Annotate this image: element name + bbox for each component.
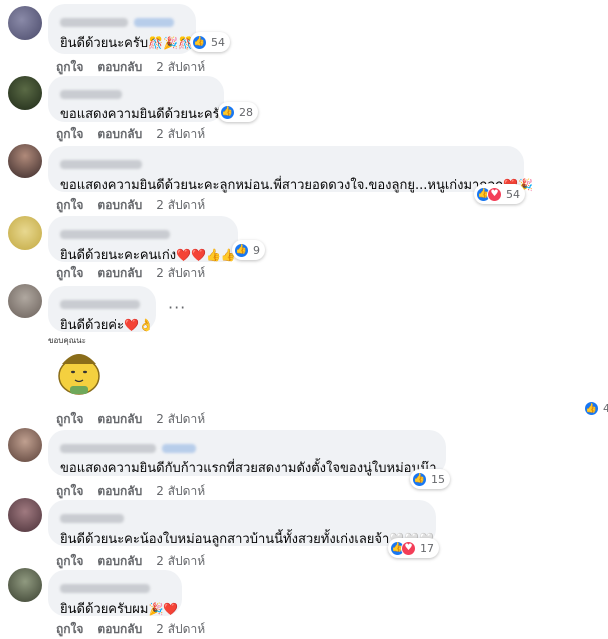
like-button[interactable]: ถูกใจ	[56, 410, 83, 429]
comment-bubble: ยินดีด้วยค่ะ❤️👌	[48, 286, 156, 333]
comment-actions: ถูกใจ ตอบกลับ 2 สัปดาห์	[56, 196, 205, 215]
timestamp[interactable]: 2 สัปดาห์	[156, 125, 205, 144]
reaction-summary[interactable]: 👍 9	[232, 240, 265, 260]
like-icon: 👍	[234, 242, 249, 258]
comment-author[interactable]	[60, 18, 128, 27]
reaction-count: 9	[253, 243, 260, 257]
comment-author[interactable]	[60, 230, 170, 239]
like-button[interactable]: ถูกใจ	[56, 552, 83, 571]
comment-actions: ถูกใจ ตอบกลับ 2 สัปดาห์	[56, 620, 205, 639]
comment-bubble: ยินดีด้วยนะคะน้องใบหม่อนลูกสาวบ้านนี้ทั้…	[48, 500, 436, 549]
comment-actions: ถูกใจ ตอบกลับ 2 สัปดาห์	[56, 482, 205, 501]
avatar[interactable]	[8, 6, 42, 40]
sticker-reaction-summary[interactable]: 👍 4	[584, 401, 608, 416]
comment-text: ยินดีด้วยนะคะคนเก่ง❤️❤️👍👍	[60, 248, 236, 263]
like-button[interactable]: ถูกใจ	[56, 620, 83, 639]
reaction-summary[interactable]: 👍 15	[410, 469, 450, 489]
comment-author[interactable]	[60, 514, 124, 523]
comment-text: ขอแสดงความยินดีกับก้าวแรกที่สวยสดงามดังต…	[60, 461, 437, 476]
like-button[interactable]: ถูกใจ	[56, 482, 83, 501]
comment-bubble: ขอแสดงความยินดีกับก้าวแรกที่สวยสดงามดังต…	[48, 430, 446, 476]
comment-author[interactable]	[60, 300, 140, 309]
reaction-count: 54	[211, 35, 225, 49]
author-badge	[162, 444, 196, 453]
avatar[interactable]	[8, 284, 42, 318]
timestamp[interactable]: 2 สัปดาห์	[156, 410, 205, 429]
comment-bubble: ยินดีด้วยนะครับ🎊🎉🎊	[48, 4, 196, 54]
more-options-icon[interactable]: ···	[168, 298, 186, 317]
reply-button[interactable]: ตอบกลับ	[97, 196, 142, 215]
comment-actions: ถูกใจ ตอบกลับ 2 สัปดาห์	[56, 125, 205, 144]
sticker-caption: ขอบคุณนะ	[48, 336, 86, 345]
reply-button[interactable]: ตอบกลับ	[97, 58, 142, 77]
reaction-summary[interactable]: 👍 28	[218, 102, 258, 122]
timestamp[interactable]: 2 สัปดาห์	[156, 264, 205, 283]
comment-author[interactable]	[60, 90, 122, 99]
comment-bubble: ยินดีด้วยครับผม🎉❤️	[48, 570, 182, 617]
emoji: 🎉❤️	[148, 602, 179, 616]
comment-text: ยินดีด้วยนะครับ🎊🎉🎊	[60, 36, 193, 51]
avatar[interactable]	[8, 144, 42, 178]
like-icon: 👍	[584, 401, 599, 416]
author-badge	[134, 18, 174, 27]
comment-actions: ถูกใจ ตอบกลับ 2 สัปดาห์	[56, 552, 205, 571]
comment-bubble: ขอแสดงความยินดีด้วยนะครับ	[48, 76, 228, 122]
like-button[interactable]: ถูกใจ	[56, 58, 83, 77]
reaction-summary[interactable]: 👍 54	[190, 32, 230, 52]
like-button[interactable]: ถูกใจ	[56, 264, 83, 283]
love-icon: ♥	[401, 540, 416, 556]
reaction-summary[interactable]: 👍 ♥ 17	[388, 538, 439, 558]
avatar[interactable]	[8, 498, 42, 532]
like-icon: 👍	[220, 104, 235, 120]
comment-text: ยินดีด้วยครับผม🎉❤️	[60, 602, 179, 617]
timestamp[interactable]: 2 สัปดาห์	[156, 196, 205, 215]
reaction-count: 17	[420, 541, 434, 555]
avatar[interactable]	[8, 568, 42, 602]
timestamp[interactable]: 2 สัปดาห์	[156, 552, 205, 571]
reply-button[interactable]: ตอบกลับ	[97, 264, 142, 283]
sticker-image[interactable]: ขอบคุณนะ	[46, 334, 112, 400]
avatar[interactable]	[8, 216, 42, 250]
comment-text: ขอแสดงความยินดีด้วยนะครับ	[60, 107, 228, 122]
timestamp[interactable]: 2 สัปดาห์	[156, 482, 205, 501]
emoji: ❤️👌	[123, 318, 154, 332]
comment-actions: ถูกใจ ตอบกลับ 2 สัปดาห์	[56, 410, 205, 429]
comment-actions: ถูกใจ ตอบกลับ 2 สัปดาห์	[56, 58, 205, 77]
comment-author[interactable]	[60, 160, 142, 169]
reply-button[interactable]: ตอบกลับ	[97, 410, 142, 429]
comment-text: ขอแสดงความยินดีด้วยนะคะลูกหม่อน.พี่สาวยอ…	[60, 176, 533, 195]
reaction-count: 28	[239, 105, 253, 119]
reaction-count: 15	[431, 472, 445, 486]
comment-text: ยินดีด้วยค่ะ❤️👌	[60, 318, 154, 333]
comment-author[interactable]	[60, 584, 150, 593]
reaction-count: 54	[506, 187, 520, 201]
comment-bubble: ยินดีด้วยนะคะคนเก่ง❤️❤️👍👍	[48, 216, 238, 263]
emoji: ❤️❤️👍👍	[176, 248, 236, 262]
like-icon: 👍	[192, 34, 207, 50]
avatar[interactable]	[8, 76, 42, 110]
reply-button[interactable]: ตอบกลับ	[97, 552, 142, 571]
reply-button[interactable]: ตอบกลับ	[97, 482, 142, 501]
like-button[interactable]: ถูกใจ	[56, 196, 83, 215]
timestamp[interactable]: 2 สัปดาห์	[156, 58, 205, 77]
comment-bubble: ขอแสดงความยินดีด้วยนะคะลูกหม่อน.พี่สาวยอ…	[48, 146, 533, 195]
like-button[interactable]: ถูกใจ	[56, 125, 83, 144]
reply-button[interactable]: ตอบกลับ	[97, 620, 142, 639]
reaction-summary[interactable]: 👍 ♥ 54	[474, 184, 525, 204]
emoji: 🎊🎉🎊	[148, 36, 193, 50]
avatar[interactable]	[8, 428, 42, 462]
like-icon: 👍	[412, 471, 427, 487]
reaction-count: 4	[603, 402, 608, 415]
reply-button[interactable]: ตอบกลับ	[97, 125, 142, 144]
comment-author[interactable]	[60, 444, 156, 453]
timestamp[interactable]: 2 สัปดาห์	[156, 620, 205, 639]
comment-text: ยินดีด้วยนะคะน้องใบหม่อนลูกสาวบ้านนี้ทั้…	[60, 530, 434, 549]
love-icon: ♥	[487, 186, 502, 202]
comment-actions: ถูกใจ ตอบกลับ 2 สัปดาห์	[56, 264, 205, 283]
